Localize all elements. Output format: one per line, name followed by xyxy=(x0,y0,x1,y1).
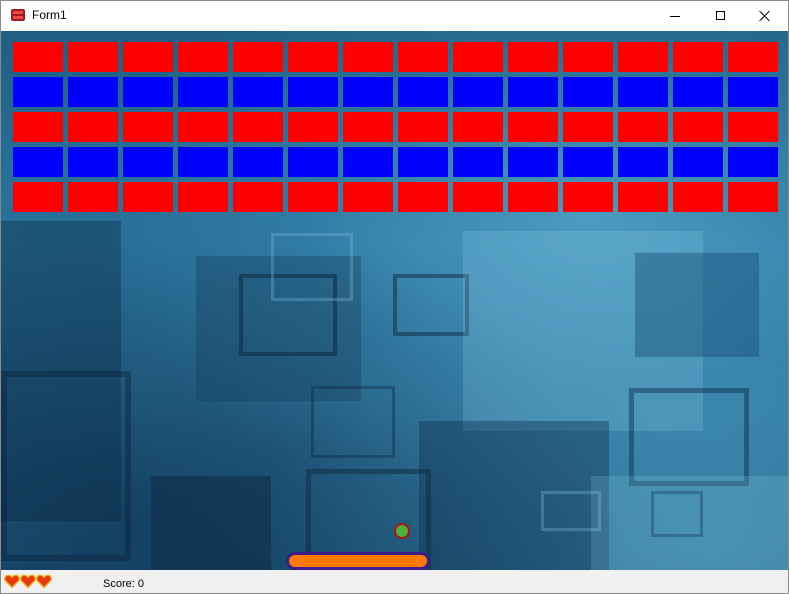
background-square xyxy=(311,386,395,458)
brick xyxy=(343,147,393,177)
background-square xyxy=(635,253,759,357)
brick xyxy=(508,77,558,107)
brick xyxy=(398,182,448,212)
game-canvas[interactable] xyxy=(1,31,788,570)
background-square xyxy=(393,274,469,336)
form-app-icon[interactable] xyxy=(11,9,25,21)
maximize-button[interactable] xyxy=(698,1,744,31)
paddle[interactable] xyxy=(286,552,430,570)
brick xyxy=(178,112,228,142)
brick xyxy=(288,147,338,177)
brick xyxy=(343,112,393,142)
title-bar[interactable]: Form1 xyxy=(1,1,788,31)
brick xyxy=(508,112,558,142)
heart-icon xyxy=(20,574,36,589)
brick xyxy=(728,77,778,107)
background-square xyxy=(629,388,749,486)
brick xyxy=(563,147,613,177)
brick xyxy=(618,42,668,72)
brick xyxy=(673,42,723,72)
background-square xyxy=(1,371,131,561)
brick xyxy=(178,182,228,212)
brick xyxy=(618,182,668,212)
brick xyxy=(123,112,173,142)
brick xyxy=(618,147,668,177)
brick xyxy=(123,182,173,212)
close-button[interactable] xyxy=(742,1,788,31)
maximize-icon xyxy=(716,11,725,20)
brick xyxy=(508,42,558,72)
brick xyxy=(178,42,228,72)
background-square xyxy=(651,491,703,537)
ball xyxy=(394,523,410,539)
brick xyxy=(343,77,393,107)
brick xyxy=(68,112,118,142)
brick xyxy=(563,42,613,72)
brick xyxy=(563,112,613,142)
brick xyxy=(233,77,283,107)
brick xyxy=(673,77,723,107)
brick xyxy=(233,42,283,72)
brick xyxy=(618,112,668,142)
close-icon xyxy=(759,10,771,22)
brick xyxy=(178,147,228,177)
brick xyxy=(453,182,503,212)
brick xyxy=(233,112,283,142)
brick xyxy=(453,147,503,177)
brick xyxy=(618,77,668,107)
brick xyxy=(233,147,283,177)
brick xyxy=(728,182,778,212)
brick xyxy=(13,112,63,142)
brick xyxy=(178,77,228,107)
score-label: Score: 0 xyxy=(103,578,144,590)
brick xyxy=(728,112,778,142)
brick xyxy=(508,147,558,177)
brick xyxy=(673,112,723,142)
brick xyxy=(288,182,338,212)
brick xyxy=(563,182,613,212)
brick xyxy=(453,42,503,72)
brick xyxy=(398,147,448,177)
brick xyxy=(13,77,63,107)
brick xyxy=(233,182,283,212)
brick xyxy=(453,77,503,107)
brick xyxy=(398,42,448,72)
brick xyxy=(288,77,338,107)
heart-icon xyxy=(4,574,20,589)
window-title: Form1 xyxy=(32,8,67,22)
brick xyxy=(13,182,63,212)
brick xyxy=(13,147,63,177)
brick xyxy=(13,42,63,72)
brick xyxy=(673,182,723,212)
heart-icon xyxy=(36,574,52,589)
brick xyxy=(728,147,778,177)
brick xyxy=(68,147,118,177)
brick xyxy=(673,147,723,177)
brick xyxy=(398,77,448,107)
game-window: Form1 Score: 0 xyxy=(0,0,789,594)
brick xyxy=(343,42,393,72)
background-square xyxy=(151,476,271,570)
brick xyxy=(563,77,613,107)
status-bar: Score: 0 xyxy=(1,570,788,593)
background-square xyxy=(271,233,353,301)
brick xyxy=(508,182,558,212)
brick xyxy=(123,147,173,177)
brick xyxy=(728,42,778,72)
brick xyxy=(453,112,503,142)
brick xyxy=(123,77,173,107)
brick xyxy=(343,182,393,212)
brick xyxy=(68,42,118,72)
brick xyxy=(68,182,118,212)
brick xyxy=(288,112,338,142)
minimize-icon xyxy=(670,16,680,17)
brick xyxy=(68,77,118,107)
brick xyxy=(123,42,173,72)
brick xyxy=(398,112,448,142)
brick xyxy=(288,42,338,72)
minimize-button[interactable] xyxy=(652,1,698,31)
